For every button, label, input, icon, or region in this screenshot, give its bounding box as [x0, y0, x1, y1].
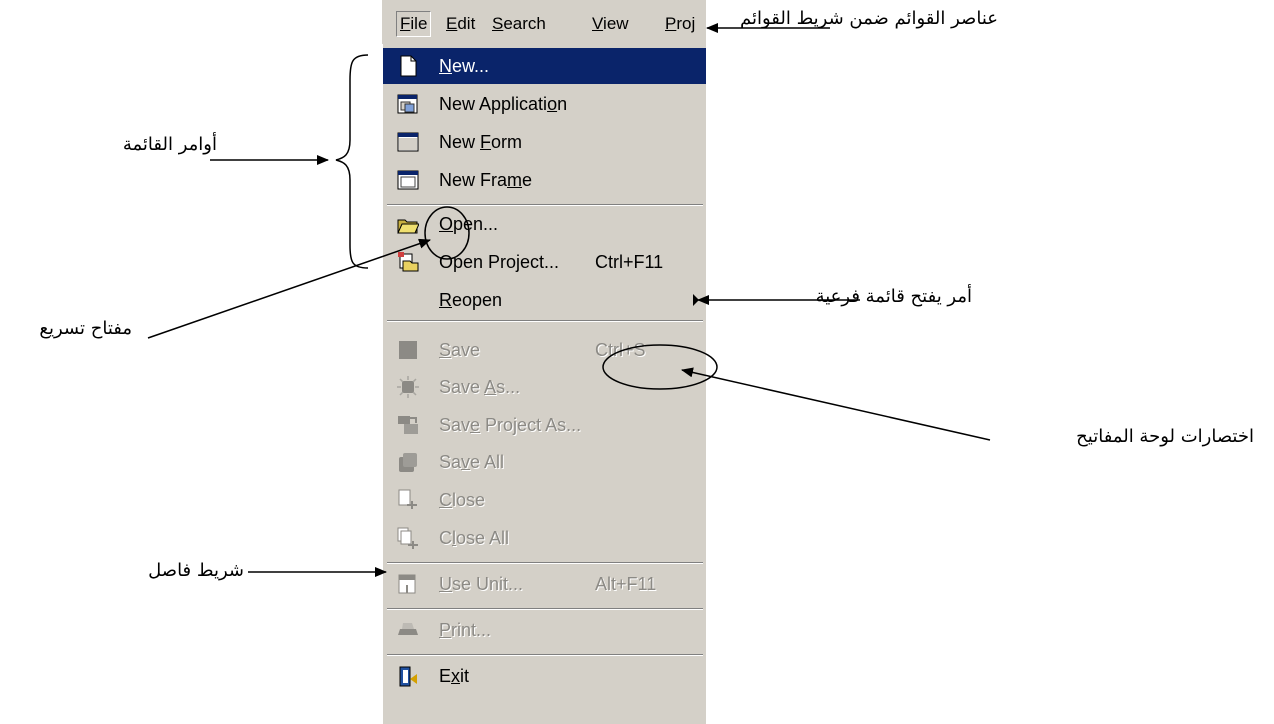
menu-separator — [387, 562, 703, 564]
save-all-icon — [397, 451, 419, 473]
menu-item-new[interactable]: New... — [383, 48, 706, 84]
menu-item-label: New... — [439, 56, 490, 76]
submenu-arrow-icon — [693, 294, 699, 306]
open-folder-icon — [397, 213, 420, 235]
menubar-item-accel: V — [592, 14, 604, 33]
menubar-item-edit[interactable]: Edit — [446, 12, 475, 36]
close-all-icon — [397, 527, 419, 549]
arrow-keyboard-shortcut — [681, 367, 991, 441]
menu-item-label: Save — [439, 340, 481, 360]
annotation-submenu-command: أمر يفتح قائمة فرعية — [815, 286, 972, 307]
menu-item-new-frame[interactable]: New Frame — [383, 162, 706, 198]
menu-separator — [387, 204, 703, 206]
file-menu-dropdown: New... New Application New Form New Frame Op… — [382, 44, 706, 724]
ide-menu-window: File Edit Search View Proj New... New App… — [382, 0, 706, 724]
menu-item-save-as[interactable]: Save As... — [383, 369, 706, 405]
menu-item-label: Save As... — [439, 377, 521, 397]
menubar-item-label: roj — [676, 14, 696, 33]
menu-item-open[interactable]: Open... — [383, 206, 706, 242]
menu-item-label: Reopen — [439, 290, 503, 310]
menubar-item-accel: P — [665, 14, 677, 33]
menubar-item-label: iew — [603, 14, 629, 33]
menu-item-shortcut: Ctrl+S — [595, 340, 646, 360]
annotation-menubar-items: عناصر القوائم ضمن شريط القوائم — [739, 8, 998, 29]
menu-item-label: New Frame — [439, 170, 533, 190]
menu-item-save[interactable]: Save Ctrl+S — [383, 332, 706, 368]
annotation-accelerator-key: مفتاح تسريع — [39, 318, 132, 339]
menu-item-label: Save Project As... — [439, 415, 582, 435]
annotated-menu-screenshot: File Edit Search View Proj New... New App… — [0, 0, 1274, 724]
menu-item-save-all[interactable]: Save All — [383, 444, 706, 480]
menu-item-close[interactable]: Close — [383, 482, 706, 518]
menu-item-use-unit[interactable]: Use Unit... Alt+F11 — [383, 566, 706, 602]
open-project-icon — [397, 251, 419, 273]
menubar-item-file[interactable]: File — [396, 11, 432, 37]
menu-item-label: Use Unit... — [439, 574, 524, 594]
menu-item-label: Open Project... — [439, 252, 560, 272]
menubar-item-view[interactable]: View — [592, 12, 629, 36]
menu-separator — [387, 320, 703, 322]
menu-separator — [387, 654, 703, 656]
menu-item-print[interactable]: Print... — [383, 612, 706, 648]
menubar-item-label: dit — [457, 14, 476, 33]
close-icon — [397, 489, 419, 511]
menu-item-new-application[interactable]: New Application — [383, 86, 706, 122]
print-icon — [397, 619, 419, 641]
menubar-item-accel: S — [492, 14, 504, 33]
menu-item-label: Exit — [439, 666, 470, 686]
annotation-menu-commands: أوامر القائمة — [122, 134, 217, 155]
annotation-separator-bar: شريط فاصل — [148, 560, 244, 581]
annotation-keyboard-shortcuts: اختصارات لوحة المفاتيح — [1076, 426, 1254, 447]
menu-item-save-project-as[interactable]: Save Project As... — [383, 407, 706, 443]
new-frame-icon — [397, 169, 419, 191]
menu-item-close-all[interactable]: Close All — [383, 520, 706, 556]
menu-item-label: Save All — [439, 452, 505, 472]
new-application-icon — [397, 93, 419, 115]
menubar-item-accel: E — [446, 14, 458, 33]
menu-item-label: Close All — [439, 528, 510, 548]
menu-item-shortcut: Alt+F11 — [595, 574, 657, 594]
menu-separator — [387, 608, 703, 610]
menu-item-open-project[interactable]: Open Project... Ctrl+F11 — [383, 244, 706, 280]
menu-item-new-form[interactable]: New Form — [383, 124, 706, 160]
menu-item-reopen[interactable]: Reopen — [383, 282, 706, 318]
use-unit-icon — [397, 573, 419, 595]
menu-item-label: New Application — [439, 94, 568, 114]
menubar-item-label: ile — [410, 14, 428, 33]
menubar-item-project[interactable]: Proj — [665, 12, 695, 36]
menubar-item-label: earch — [503, 14, 546, 33]
menu-item-shortcut: Ctrl+F11 — [595, 252, 664, 272]
exit-icon — [397, 665, 419, 687]
menu-item-exit[interactable]: Exit — [383, 658, 706, 694]
save-as-icon — [397, 376, 419, 398]
menubar: File Edit Search View Proj — [382, 0, 706, 44]
menu-item-label: Open... — [439, 214, 499, 234]
menubar-item-accel: F — [400, 14, 411, 33]
save-icon — [397, 339, 419, 361]
save-project-as-icon — [397, 414, 419, 436]
menu-item-label: Close — [439, 490, 486, 510]
menu-item-label: New Form — [439, 132, 523, 152]
brace-menu-commands — [335, 54, 369, 269]
menubar-item-search[interactable]: Search — [492, 12, 546, 36]
menu-item-label: Print... — [439, 620, 492, 640]
new-file-icon — [397, 55, 419, 77]
new-form-icon — [397, 131, 419, 153]
